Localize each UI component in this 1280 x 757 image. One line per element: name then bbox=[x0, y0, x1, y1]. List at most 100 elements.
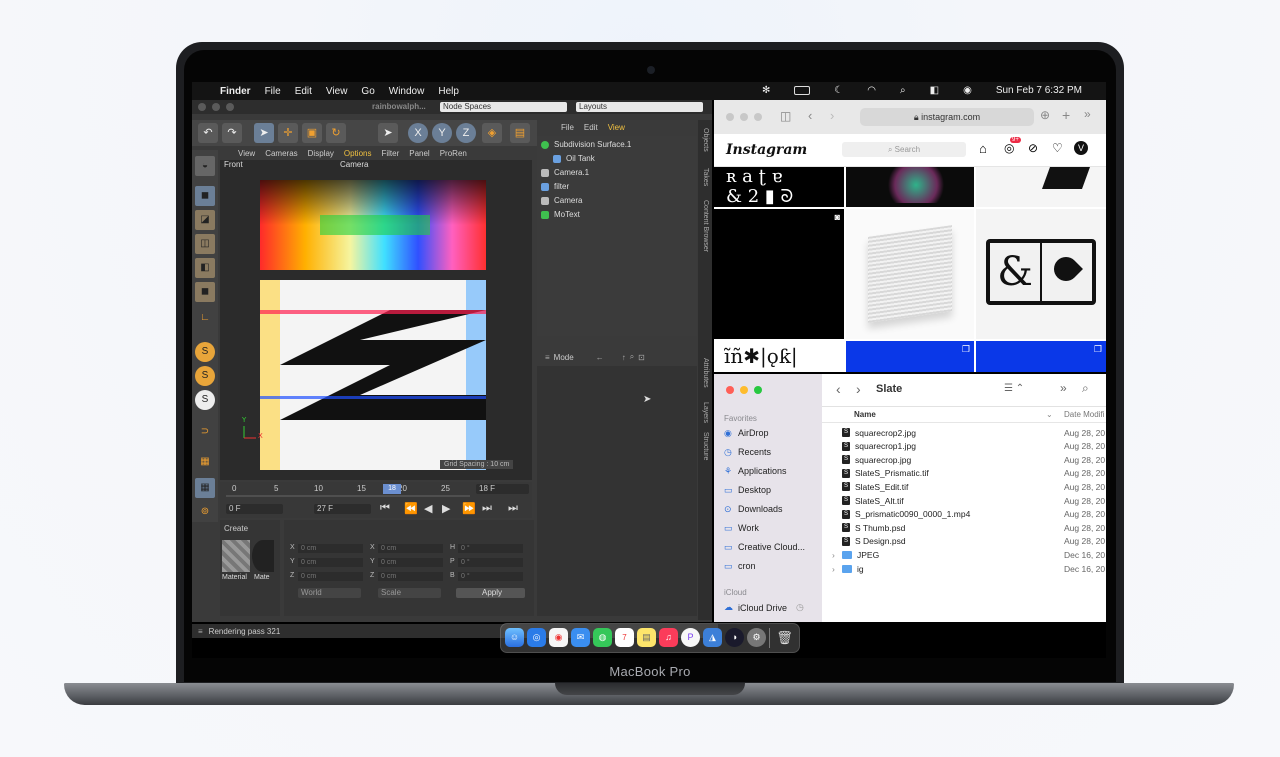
polygons-mode-icon[interactable]: ◼ bbox=[195, 282, 215, 302]
x-axis-icon[interactable]: X bbox=[408, 123, 428, 143]
sidebar-item-airdrop[interactable]: ◉ AirDrop bbox=[724, 428, 769, 438]
pos-x-field[interactable]: 0 cm bbox=[298, 544, 363, 553]
goto-end-icon[interactable]: ⏭ bbox=[482, 502, 492, 515]
finder-icon[interactable]: ☺ bbox=[505, 628, 524, 647]
rotate-tool-icon[interactable]: ↻ bbox=[326, 123, 346, 143]
mail-icon[interactable]: ✉ bbox=[571, 628, 590, 647]
size-x-field[interactable]: 0 cm bbox=[378, 544, 443, 553]
object-row[interactable]: Camera bbox=[541, 194, 691, 207]
play-icon[interactable]: ▶ bbox=[442, 502, 450, 515]
attr-mode-menu[interactable]: Mode bbox=[554, 353, 574, 362]
disclosure-chevron-icon[interactable]: › bbox=[832, 564, 835, 574]
object-row[interactable]: filter bbox=[541, 180, 691, 193]
object-row[interactable]: Subdivision Surface.1 bbox=[541, 138, 691, 151]
file-row[interactable]: S SlateS_Edit.tif Aug 28, 20 bbox=[822, 480, 1106, 493]
tab-attributes[interactable]: Attributes bbox=[702, 358, 709, 388]
object-row[interactable]: Camera.1 bbox=[541, 166, 691, 179]
sidebar-item-creative-cloud[interactable]: ▭ Creative Cloud... bbox=[724, 542, 805, 552]
messenger-icon[interactable]: ◎ bbox=[1004, 141, 1014, 155]
render-view-icon[interactable]: ▤ bbox=[510, 123, 530, 143]
move-tool-icon[interactable]: ✛ bbox=[278, 123, 298, 143]
material-swatch-2[interactable] bbox=[252, 540, 274, 572]
chrome-icon[interactable]: ◉ bbox=[549, 628, 568, 647]
file-row[interactable]: Ssquarecrop1.jpg Aug 28, 20 bbox=[822, 440, 1106, 453]
back-arrow-icon[interactable]: ← bbox=[596, 353, 604, 362]
file-row[interactable]: Ssquarecrop.jpg Aug 28, 20 bbox=[822, 453, 1106, 466]
redo-icon[interactable]: ↷ bbox=[222, 123, 242, 143]
post-tile[interactable] bbox=[846, 167, 974, 207]
search-icon[interactable]: ⌕ bbox=[630, 352, 634, 362]
siri-icon[interactable]: ◉ bbox=[963, 85, 972, 96]
scale-select[interactable]: Scale bbox=[378, 588, 441, 598]
object-row[interactable]: Oil Tank bbox=[541, 152, 703, 165]
texture-mode-icon[interactable]: ◪ bbox=[195, 210, 215, 230]
obj-menu-edit[interactable]: Edit bbox=[584, 123, 598, 132]
view-options-icon[interactable]: ☰ ⌃ bbox=[1004, 383, 1024, 394]
heart-icon[interactable]: ♡ bbox=[1052, 141, 1063, 155]
minimize-button[interactable] bbox=[740, 386, 748, 394]
sidebar-icon[interactable]: ◫ bbox=[780, 109, 791, 123]
obj-menu-view[interactable]: View bbox=[608, 123, 625, 132]
tab-takes[interactable]: Takes bbox=[702, 168, 709, 186]
preview-icon[interactable]: ◮ bbox=[703, 628, 722, 647]
back-icon[interactable]: ‹ bbox=[836, 381, 841, 397]
magnet-icon[interactable]: ⊃ bbox=[195, 422, 215, 442]
file-row[interactable]: S S_prismatic0090_0000_1.mp4 Aug 28, 20 bbox=[822, 508, 1106, 521]
file-row[interactable]: S SlateS_Prismatic.tif Aug 28, 20 bbox=[822, 467, 1106, 480]
select-tool-icon[interactable]: ➤ bbox=[254, 123, 274, 143]
file-row[interactable]: › ig Dec 16, 20 bbox=[822, 562, 1106, 575]
vp-menu-cameras[interactable]: Cameras bbox=[265, 149, 297, 158]
frame-start-field[interactable]: 0 F bbox=[226, 504, 283, 514]
z-axis-icon[interactable]: Z bbox=[456, 123, 476, 143]
sidebar-item-icloud-drive[interactable]: ☁ iCloud Drive ◷ bbox=[724, 602, 804, 613]
tab-structure[interactable]: Structure bbox=[702, 432, 709, 460]
menu-file[interactable]: File bbox=[265, 86, 281, 97]
instagram-search[interactable]: ⌕ Search bbox=[842, 142, 966, 157]
new-tab-icon[interactable]: + bbox=[1062, 107, 1070, 123]
axis-mode-icon[interactable]: ∟ bbox=[195, 308, 215, 328]
lock-icon[interactable]: ⊚ bbox=[195, 502, 215, 522]
size-z-field[interactable]: 0 cm bbox=[378, 572, 443, 581]
hamburger-icon[interactable]: ≡ bbox=[545, 353, 550, 362]
minimize-button[interactable] bbox=[212, 103, 220, 111]
file-row[interactable]: S SlateS_Alt.tif Aug 28, 20 bbox=[822, 494, 1106, 507]
grid-floor-icon[interactable]: ▦ bbox=[195, 478, 215, 498]
object-cube-icon[interactable]: ◼ bbox=[195, 186, 215, 206]
vp-menu-panel[interactable]: Panel bbox=[409, 149, 429, 158]
column-name[interactable]: Name bbox=[854, 410, 876, 419]
pos-z-field[interactable]: 0 cm bbox=[298, 572, 363, 581]
sidebar-item-downloads[interactable]: ⊙ Downloads bbox=[724, 504, 783, 514]
calendar-icon[interactable]: 7 bbox=[615, 628, 634, 647]
file-row[interactable]: Ssquarecrop2.jpg Aug 28, 20 bbox=[822, 426, 1106, 439]
vp-menu-display[interactable]: Display bbox=[308, 149, 334, 158]
play-back-icon[interactable]: ◀ bbox=[424, 502, 432, 515]
menu-app-name[interactable]: Finder bbox=[220, 86, 251, 97]
cinema4d-icon[interactable]: ◑ bbox=[725, 628, 744, 647]
snap-s-icon[interactable]: S bbox=[195, 342, 215, 362]
model-mode-icon[interactable]: ◒ bbox=[195, 156, 215, 176]
post-tile[interactable]: ❐ bbox=[976, 341, 1106, 372]
post-tile[interactable]: ĩñ✱|ǫƙ| bbox=[714, 341, 844, 372]
undo-icon[interactable]: ↶ bbox=[198, 123, 218, 143]
prev-key-icon[interactable]: ⏪ bbox=[404, 502, 418, 515]
notes-icon[interactable]: ▤ bbox=[637, 628, 656, 647]
post-tile[interactable]: ❐ bbox=[846, 341, 974, 372]
tab-overview-icon[interactable]: » bbox=[1084, 107, 1091, 121]
snap-s2-icon[interactable]: S bbox=[195, 366, 215, 386]
podcast-icon[interactable]: P bbox=[681, 628, 700, 647]
sort-chevron-icon[interactable]: ⌄ bbox=[1046, 410, 1053, 419]
menu-edit[interactable]: Edit bbox=[295, 86, 312, 97]
address-bar[interactable]: 🔒︎ instagram.com bbox=[860, 108, 1034, 126]
close-button[interactable] bbox=[726, 113, 734, 121]
sidebar-item-desktop[interactable]: ▭ Desktop bbox=[724, 485, 771, 495]
close-button[interactable] bbox=[726, 386, 734, 394]
moon-icon[interactable]: ☾ bbox=[834, 85, 843, 96]
tab-layers[interactable]: Layers bbox=[702, 402, 709, 423]
menubar-clock[interactable]: Sun Feb 7 6:32 PM bbox=[996, 85, 1082, 96]
battery-icon[interactable] bbox=[794, 86, 811, 95]
rot-h-field[interactable]: 0 ° bbox=[458, 544, 523, 553]
workplane-icon[interactable]: ▦ bbox=[195, 452, 215, 472]
tab-content-browser[interactable]: Content Browser bbox=[702, 200, 709, 252]
world-select[interactable]: World bbox=[298, 588, 361, 598]
obj-menu-file[interactable]: File bbox=[561, 123, 574, 132]
